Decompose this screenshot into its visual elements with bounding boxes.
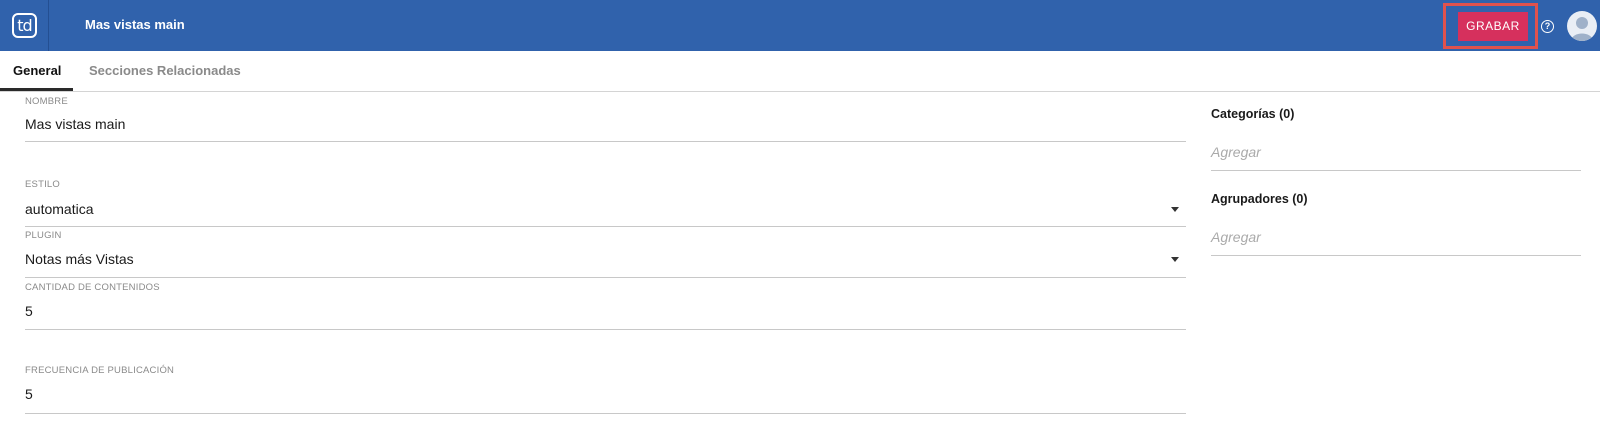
logo-text: td: [17, 16, 32, 35]
caret-down-icon[interactable]: [1171, 257, 1179, 262]
frecuencia-publicacion-field[interactable]: FRECUENCIA DE PUBLICACIÓN 5: [25, 361, 1186, 414]
tab-general[interactable]: General: [13, 63, 61, 78]
help-symbol: ?: [1544, 21, 1551, 31]
logo-container[interactable]: td: [0, 0, 49, 51]
estilo-value: automatica: [25, 201, 94, 217]
cantidad-contenidos-field[interactable]: CANTIDAD DE CONTENIDOS 5: [25, 278, 1186, 330]
cantidad-input[interactable]: 5: [25, 303, 33, 319]
nombre-label: NOMBRE: [25, 96, 68, 107]
nombre-field[interactable]: NOMBRE Mas vistas main: [25, 95, 1186, 142]
avatar-silhouette: [1571, 17, 1593, 41]
categorias-placeholder: Agregar: [1211, 144, 1261, 160]
frecuencia-input[interactable]: 5: [25, 386, 33, 402]
help-circle-icon[interactable]: ?: [1541, 20, 1554, 33]
caret-down-icon[interactable]: [1171, 207, 1179, 212]
agrupadores-input[interactable]: Agregar: [1211, 226, 1581, 256]
tab-secciones-relacionadas[interactable]: Secciones Relacionadas: [89, 63, 241, 78]
plugin-label: PLUGIN: [25, 230, 62, 241]
td-logo-icon: td: [12, 13, 37, 38]
nombre-input[interactable]: Mas vistas main: [25, 116, 125, 132]
save-button[interactable]: GRABAR: [1458, 12, 1528, 41]
top-bar: td Mas vistas main GRABAR ?: [0, 0, 1600, 51]
estilo-label: ESTILO: [25, 179, 60, 190]
active-tab-indicator: [0, 88, 73, 91]
agrupadores-placeholder: Agregar: [1211, 229, 1261, 245]
cantidad-label: CANTIDAD DE CONTENIDOS: [25, 282, 160, 293]
categorias-input[interactable]: Agregar: [1211, 141, 1581, 171]
plugin-select[interactable]: PLUGIN Notas más Vistas: [25, 227, 1186, 278]
estilo-select[interactable]: ESTILO automatica: [25, 176, 1186, 227]
plugin-value: Notas más Vistas: [25, 251, 134, 267]
frecuencia-label: FRECUENCIA DE PUBLICACIÓN: [25, 365, 175, 376]
tab-bar: General Secciones Relacionadas: [0, 51, 1600, 92]
agrupadores-title: Agrupadores (0): [1211, 192, 1308, 206]
user-avatar-icon[interactable]: [1567, 11, 1597, 41]
page-title: Mas vistas main: [85, 17, 185, 32]
categorias-title: Categorías (0): [1211, 107, 1295, 121]
